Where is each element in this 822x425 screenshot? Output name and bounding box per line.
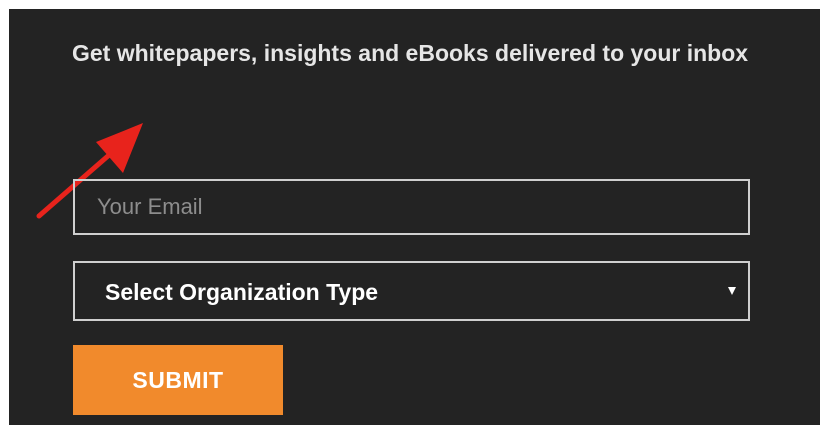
caret-down-icon: [728, 287, 736, 295]
organization-type-select[interactable]: Select Organization Type: [73, 261, 750, 321]
newsletter-headline: Get whitepapers, insights and eBooks del…: [72, 40, 749, 66]
email-field[interactable]: [73, 179, 750, 235]
organization-type-select-value: Select Organization Type: [105, 279, 379, 305]
newsletter-signup-panel: Get whitepapers, insights and eBooks del…: [9, 9, 820, 425]
submit-button[interactable]: SUBMIT: [73, 345, 283, 415]
